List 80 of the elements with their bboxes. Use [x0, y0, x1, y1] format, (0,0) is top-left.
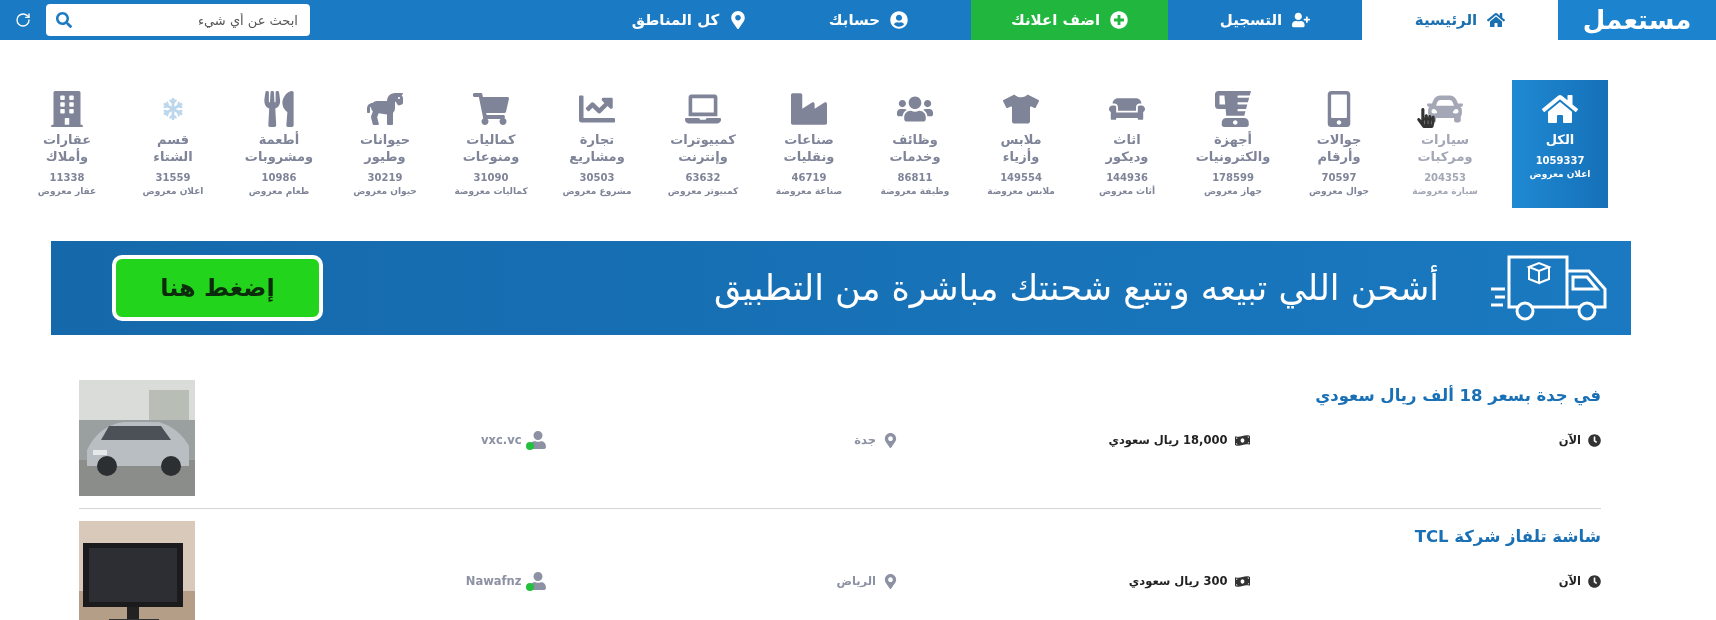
category-title: عقارات وأملاك	[42, 132, 92, 166]
category-title: كماليات ومنوعات	[462, 132, 520, 166]
listing-price: 300 ريال سعودي	[1128, 574, 1228, 588]
category-subtitle: وظيفة معروضة	[880, 185, 950, 196]
building-icon	[49, 91, 85, 127]
category-subtitle: جوال معروض	[1308, 185, 1370, 196]
cart-icon	[473, 91, 509, 127]
money-icon	[1234, 432, 1250, 448]
category-title: قسم الشتاء	[153, 132, 193, 166]
listing-title[interactable]: شاشة تلفاز شركة TCL	[1414, 527, 1601, 546]
location-icon	[883, 432, 898, 448]
horse-icon	[367, 91, 403, 127]
category-title: الكل	[1545, 132, 1575, 149]
listing-time: الآن	[1558, 574, 1581, 588]
category-count: 144936	[1106, 171, 1148, 183]
category-subtitle: عقار معروض	[37, 185, 97, 196]
category-title: أطعمة ومشروبات	[244, 132, 314, 166]
category-subtitle: مشروع معروض	[562, 185, 632, 196]
category-count: 31090	[473, 171, 509, 183]
category-subtitle: ملابس معروضة	[987, 185, 1055, 196]
category-title: اثاث وديكور	[1105, 132, 1149, 166]
listing-user[interactable]: Nawafnz	[465, 574, 522, 588]
location-icon	[729, 11, 748, 29]
category-title: سيارات ومركبات	[1417, 132, 1473, 166]
category-count: 30219	[367, 171, 403, 183]
category-subtitle: اعلان معروض	[1529, 168, 1591, 179]
refresh-icon[interactable]	[15, 12, 31, 28]
category-subtitle: أثاث معروض	[1099, 185, 1155, 196]
user-icon	[890, 11, 909, 29]
listing-price: 18,000 ريال سعودي	[1108, 433, 1228, 447]
listing-location: جدة	[854, 433, 876, 447]
category-count: 178599	[1212, 171, 1254, 183]
listing-user[interactable]: vxc.vc	[481, 433, 522, 447]
cta-button[interactable]: إضغط هنا	[112, 255, 323, 321]
category-title: ملابس وأزياء	[1000, 132, 1042, 166]
category-count: 10986	[261, 171, 297, 183]
category-title: صناعات ونقليات	[783, 132, 835, 166]
listing-location: الرياض	[836, 574, 876, 588]
category-subtitle: جهاز معروض	[1203, 185, 1263, 196]
category-subtitle: سيارة معروضة	[1412, 185, 1478, 196]
category-title: جوالات وأرقام	[1316, 132, 1362, 166]
listing-time: الآن	[1558, 433, 1581, 447]
category-count: 63632	[685, 171, 721, 183]
category-count: 11338	[49, 171, 85, 183]
category-count: 149554	[1000, 171, 1042, 183]
blender-icon	[1215, 91, 1251, 127]
category-subtitle: طعام معروض	[248, 185, 310, 196]
listing-title[interactable]: في جدة بسعر 18 ألف ريال سعودي	[1315, 386, 1601, 405]
category-subtitle: كماليات معروضة	[454, 185, 528, 196]
nav-link[interactable]: الرئيسية	[1362, 0, 1558, 40]
category-title: حيوانات وطيور	[359, 132, 411, 166]
clock-icon	[1588, 574, 1601, 588]
snowflake-icon	[162, 98, 184, 120]
category-title: وظائف وخدمات	[889, 132, 941, 166]
cursor-icon	[1416, 108, 1436, 128]
search-icon[interactable]	[56, 12, 72, 28]
money-icon	[1234, 573, 1250, 589]
factory-icon	[791, 91, 827, 127]
home-icon	[1487, 11, 1506, 29]
category-title: كمبيوترات وإنترنت	[670, 132, 736, 166]
plus-icon	[1110, 11, 1129, 29]
category-subtitle: حيوان معروض	[353, 185, 417, 196]
category-subtitle: صناعة معروضة	[775, 185, 843, 196]
user-plus-icon	[1292, 11, 1311, 29]
category-count: 86811	[897, 171, 933, 183]
utensils-icon	[261, 91, 297, 127]
category-subtitle: اعلان معروض	[142, 185, 204, 196]
category-count: 31559	[155, 171, 191, 183]
category-count: 70597	[1321, 171, 1357, 183]
category-count: 46719	[791, 171, 827, 183]
clock-icon	[1588, 433, 1601, 447]
nav-link[interactable]: اضف اعلانك	[971, 0, 1168, 40]
category-subtitle: كمبيوتر معروض	[667, 185, 739, 196]
logo[interactable]: مستعمل	[1558, 0, 1716, 40]
category-count: 204353	[1424, 171, 1466, 183]
category-count: 1059337	[1535, 154, 1585, 166]
category-count: 30503	[579, 171, 615, 183]
category-title: أجهزة والكترونيات	[1195, 132, 1271, 166]
category-title: تجارة ومشاريع	[569, 132, 625, 166]
location-icon	[883, 573, 898, 589]
